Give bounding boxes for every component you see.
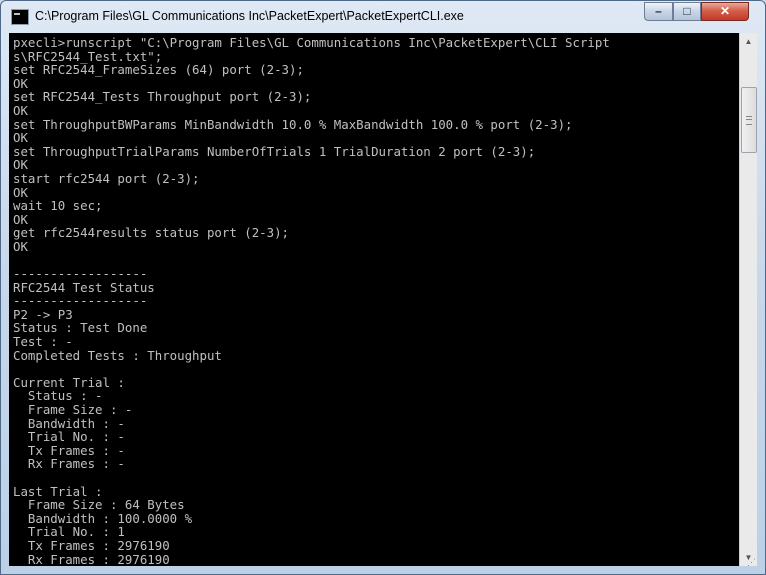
console-app-icon[interactable] xyxy=(11,9,29,25)
console-line: set ThroughputTrialParams NumberOfTrials… xyxy=(13,143,536,159)
minimize-button[interactable]: – xyxy=(644,2,673,21)
console-output-area[interactable]: pxecli>runscript "C:\Program Files\GL Co… xyxy=(9,33,739,566)
console-line: set RFC2544_Tests Throughput port (2-3); xyxy=(13,89,312,105)
console-line: Completed Tests : Throughput xyxy=(13,347,222,363)
console-line: Rx Frames : 2976190 xyxy=(13,551,170,566)
title-bar[interactable]: C:\Program Files\GL Communications Inc\P… xyxy=(1,1,765,33)
scroll-up-icon: ▲ xyxy=(744,37,753,46)
maximize-icon: □ xyxy=(683,4,691,18)
console-line: start rfc2544 port (2-3); xyxy=(13,170,200,186)
grip-icon xyxy=(746,116,752,125)
console-line: get rfc2544results status port (2-3); xyxy=(13,225,290,241)
console-window: C:\Program Files\GL Communications Inc\P… xyxy=(0,0,766,575)
scrollbar-thumb[interactable] xyxy=(741,87,757,153)
resize-grip-icon[interactable]: ⋰ xyxy=(747,557,757,567)
console-line: Rx Frames : - xyxy=(13,456,125,472)
console-text: pxecli>runscript "C:\Program Files\GL Co… xyxy=(9,33,739,566)
console-line: set ThroughputBWParams MinBandwidth 10.0… xyxy=(13,116,573,132)
window-bottom-border xyxy=(1,566,765,574)
window-title: C:\Program Files\GL Communications Inc\P… xyxy=(35,9,464,23)
console-line: OK xyxy=(13,238,28,254)
maximize-button[interactable]: □ xyxy=(673,2,701,21)
scroll-up-button[interactable]: ▲ xyxy=(740,33,757,50)
close-button[interactable]: ✕ xyxy=(701,2,749,21)
console-line: set RFC2544_FrameSizes (64) port (2-3); xyxy=(13,62,304,78)
vertical-scrollbar[interactable]: ▲ ▼ xyxy=(739,33,757,566)
minimize-icon: – xyxy=(655,4,662,18)
close-icon: ✕ xyxy=(719,4,731,18)
